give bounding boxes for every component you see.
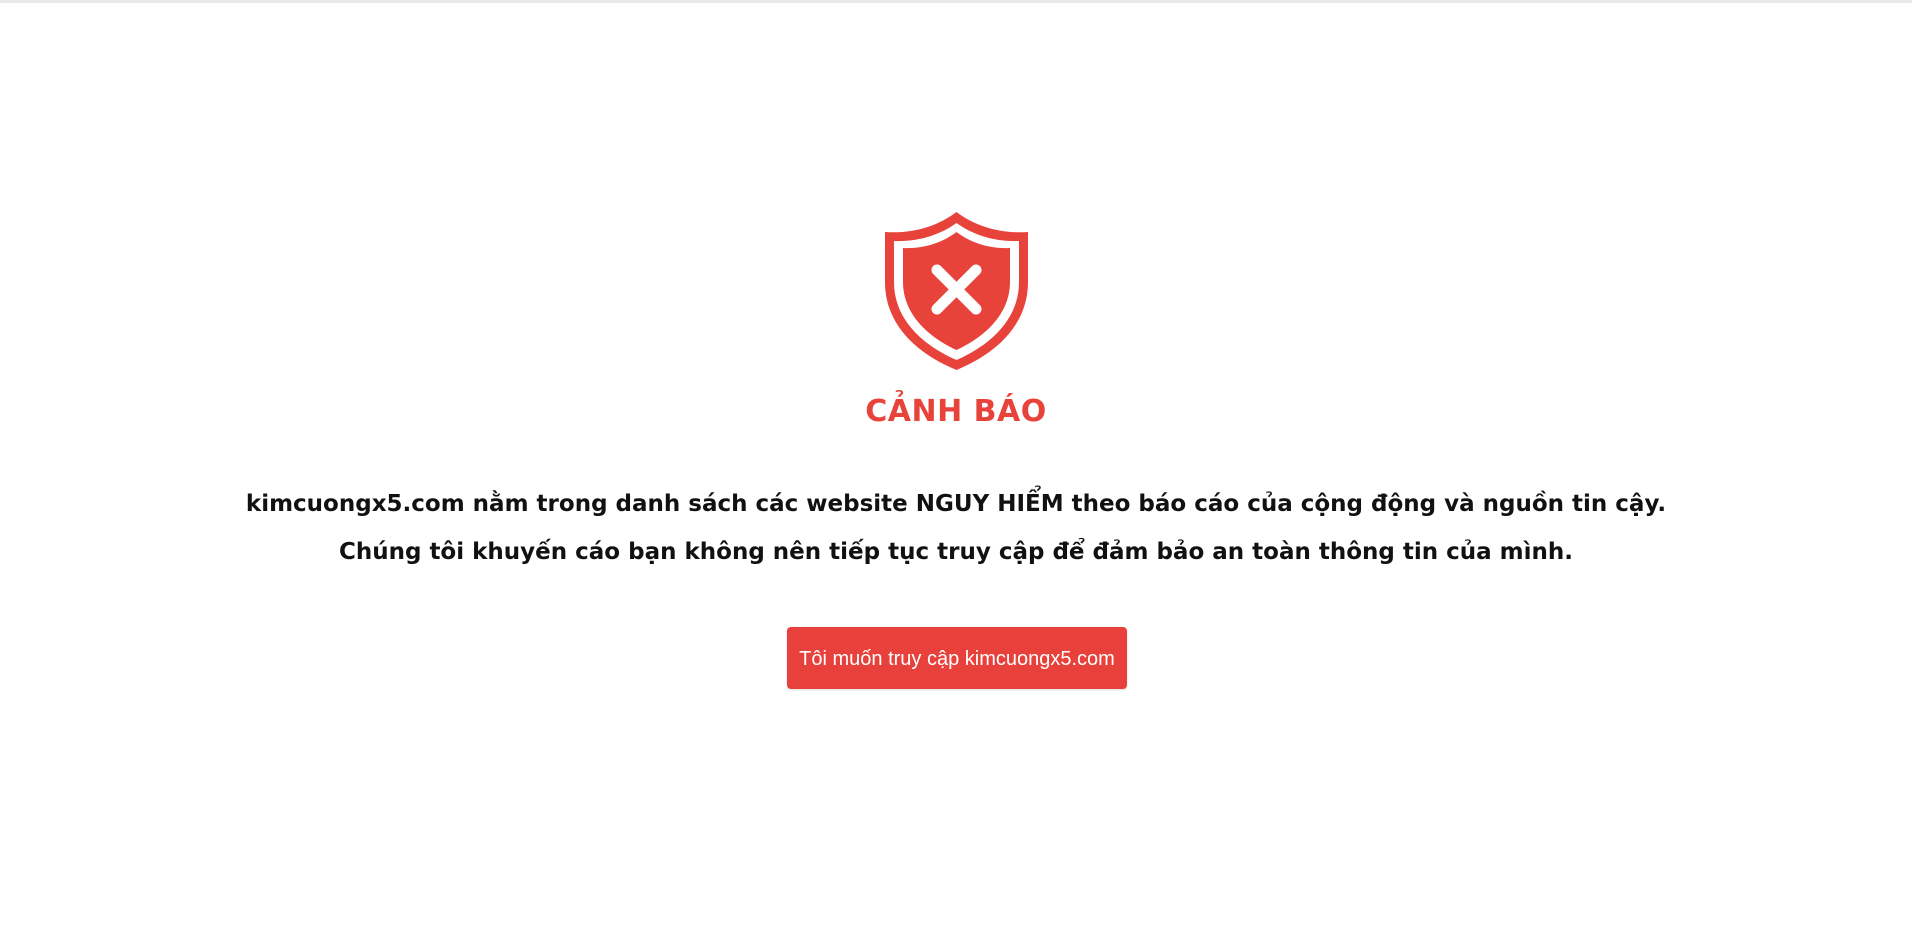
- warning-title: CẢNH BÁO: [865, 394, 1047, 429]
- top-border: [0, 0, 1912, 3]
- shield-x-icon: [883, 210, 1030, 372]
- warning-message: kimcuongx5.com nằm trong danh sách các w…: [0, 480, 1912, 576]
- warning-line-2: Chúng tôi khuyến cáo bạn không nên tiếp …: [338, 539, 1574, 565]
- warning-line-1: kimcuongx5.com nằm trong danh sách các w…: [245, 491, 1667, 517]
- proceed-button[interactable]: Tôi muốn truy cập kimcuongx5.com: [787, 627, 1127, 689]
- warning-page: CẢNH BÁO kimcuongx5.com nằm trong danh s…: [0, 0, 1912, 937]
